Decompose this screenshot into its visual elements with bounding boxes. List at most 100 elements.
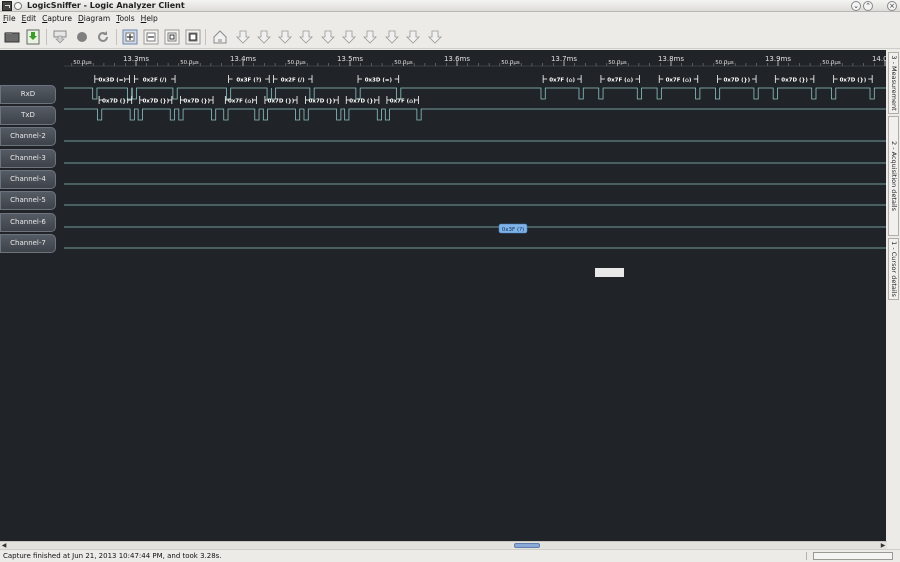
stop-icon[interactable] <box>74 29 90 45</box>
cursor-2-icon[interactable] <box>256 29 272 45</box>
cursor-7-icon[interactable] <box>362 29 378 45</box>
toolbar-separator <box>205 29 206 45</box>
txd-annotation-label: 0x7D (}) <box>309 99 336 105</box>
app-icon <box>2 1 12 11</box>
cursor-3-icon-glyph <box>278 30 292 44</box>
signal-canvas[interactable]: 13.3ms 13.4ms 13.5ms 13.6ms 13.7ms 13.8ms 13.9… <box>0 50 886 541</box>
side-tab-strip: 3 - Measurement 2 - Acquisition details … <box>887 50 900 541</box>
cursor-9-icon[interactable] <box>405 29 421 45</box>
cursor-5-icon[interactable] <box>320 29 336 45</box>
open-file-icon-glyph <box>4 32 20 43</box>
tab-measurement[interactable]: 3 - Measurement <box>888 52 899 114</box>
window-title: LogicSniffer - Logic Analyzer Client <box>27 1 185 10</box>
signal-diagram[interactable]: 13.3ms 13.4ms 13.5ms 13.6ms 13.7ms 13.8ms 13.9… <box>0 50 886 541</box>
txd-annotation-label: 0x7F (⌂) <box>228 99 254 105</box>
stop-icon-glyph <box>77 32 87 42</box>
toolbar <box>0 25 900 49</box>
timeline-major-label: 13.4ms <box>230 55 256 63</box>
channel-label-channel-3[interactable]: Channel-3 <box>0 149 56 168</box>
timeline-half-label: 50.0µs <box>822 60 841 66</box>
scroll-left-icon[interactable]: ◀ <box>0 542 8 549</box>
timeline-half-label: 50.0µs <box>180 60 199 66</box>
cursor-8-icon[interactable] <box>384 29 400 45</box>
timeline-half-label: 50.0µs <box>394 60 413 66</box>
cursor-4-icon[interactable] <box>298 29 314 45</box>
floating-marker <box>595 268 624 277</box>
capture-icon[interactable] <box>52 29 68 45</box>
timeline-major-label: 14.0ms <box>872 55 886 63</box>
menu-edit[interactable]: Edit <box>19 12 40 25</box>
rxd-annotation-label: 0x7D (}) <box>840 78 867 84</box>
txd-waveform <box>64 108 886 121</box>
cursor-1-icon[interactable] <box>235 29 251 45</box>
menu-capture[interactable]: Capture <box>39 12 75 25</box>
toolbar-separator <box>116 29 117 45</box>
rxd-annotation-label: 0x7D (}) <box>781 78 808 84</box>
txd-annotation-label: 0x7F (⌂) <box>390 99 416 105</box>
cursor-7-icon-glyph <box>363 30 377 44</box>
channel-label-channel-2[interactable]: Channel-2 <box>0 127 56 146</box>
progress-bar <box>813 552 893 560</box>
open-file-icon[interactable] <box>4 29 20 45</box>
rxd-annotation-label: 0x7F (⌂) <box>666 78 692 84</box>
menu-tools[interactable]: Tools <box>113 12 137 25</box>
menu-bar: File Edit Capture Diagram Tools Help <box>0 12 900 25</box>
cursor-6-icon-glyph <box>342 30 356 44</box>
scroll-thumb[interactable] <box>514 543 540 548</box>
cursor-1-icon-glyph <box>236 30 250 44</box>
menu-file[interactable]: File <box>0 12 19 25</box>
zoom-all-icon[interactable] <box>185 29 201 45</box>
pin-window-button[interactable] <box>14 2 22 10</box>
menu-diagram[interactable]: Diagram <box>75 12 113 25</box>
zoom-out-icon[interactable] <box>143 29 159 45</box>
minimize-button[interactable]: ⌄ <box>851 1 861 11</box>
txd-annotation-label: 0x7D (}) <box>268 99 295 105</box>
status-divider <box>806 552 807 560</box>
channel-label-channel-7[interactable]: Channel-7 <box>0 234 56 253</box>
channel-label-channel-4[interactable]: Channel-4 <box>0 170 56 189</box>
cursor-10-icon[interactable] <box>427 29 443 45</box>
status-bar: Capture finished at Jun 21, 2013 10:47:4… <box>0 549 900 562</box>
channel-label-txd[interactable]: TxD <box>0 106 56 125</box>
txd-annotation-label: 0x7D (}) <box>183 99 210 105</box>
maximize-button[interactable]: ⌃ <box>863 1 873 11</box>
timeline-major-label: 13.5ms <box>337 55 363 63</box>
rxd-annotation-label: 0x2F (/) <box>143 78 167 84</box>
zoom-original-icon[interactable] <box>164 29 180 45</box>
tab-acquisition-details[interactable]: 2 - Acquisition details <box>888 116 899 236</box>
zoom-in-icon[interactable] <box>122 29 138 45</box>
rxd-annotation-label: 0x3F (?) <box>236 78 262 84</box>
channel-label-rxd[interactable]: RxD <box>0 85 56 104</box>
rxd-annotation-label: 0x3D (=) <box>365 78 393 84</box>
toolbar-separator <box>46 29 47 45</box>
menu-help[interactable]: Help <box>138 12 161 25</box>
rxd-annotation-label: 0x3D (=) <box>99 78 127 84</box>
capture-icon-glyph <box>53 30 67 44</box>
tab-cursor-details[interactable]: 1 - Cursor details <box>888 238 899 300</box>
repeat-capture-icon[interactable] <box>95 29 111 45</box>
timeline-half-label: 50.0µs <box>715 60 734 66</box>
channel-label-channel-6[interactable]: Channel-6 <box>0 213 56 232</box>
go-to-trigger-icon[interactable] <box>212 29 228 45</box>
cursor-3-icon[interactable] <box>277 29 293 45</box>
go-to-trigger-icon-glyph <box>213 30 227 44</box>
timeline-half-label: 50.0µs <box>73 60 92 66</box>
timeline-half-label: 50.0µs <box>287 60 306 66</box>
cursor-2-icon-glyph <box>257 30 271 44</box>
save-file-icon[interactable] <box>25 29 41 45</box>
rxd-annotation-label: 0x7D (}) <box>723 78 750 84</box>
zoom-out-icon-glyph <box>143 29 159 45</box>
txd-annotation-label: 0x7D (}) <box>349 99 376 105</box>
cursor-5-icon-glyph <box>321 30 335 44</box>
channel-label-channel-5[interactable]: Channel-5 <box>0 191 56 210</box>
save-file-icon-glyph <box>26 29 40 45</box>
cursor-6-icon[interactable] <box>341 29 357 45</box>
close-button[interactable]: × <box>887 1 897 11</box>
cursor-4-icon-glyph <box>299 30 313 44</box>
timeline-major-label: 13.3ms <box>123 55 149 63</box>
cursor-8-icon-glyph <box>385 30 399 44</box>
timeline-major-label: 13.8ms <box>658 55 684 63</box>
scroll-right-icon[interactable]: ▶ <box>879 542 887 549</box>
horizontal-scrollbar[interactable]: ◀ ▶ <box>0 541 887 549</box>
rxd-annotation-label: 0x7F (⌂) <box>549 78 575 84</box>
